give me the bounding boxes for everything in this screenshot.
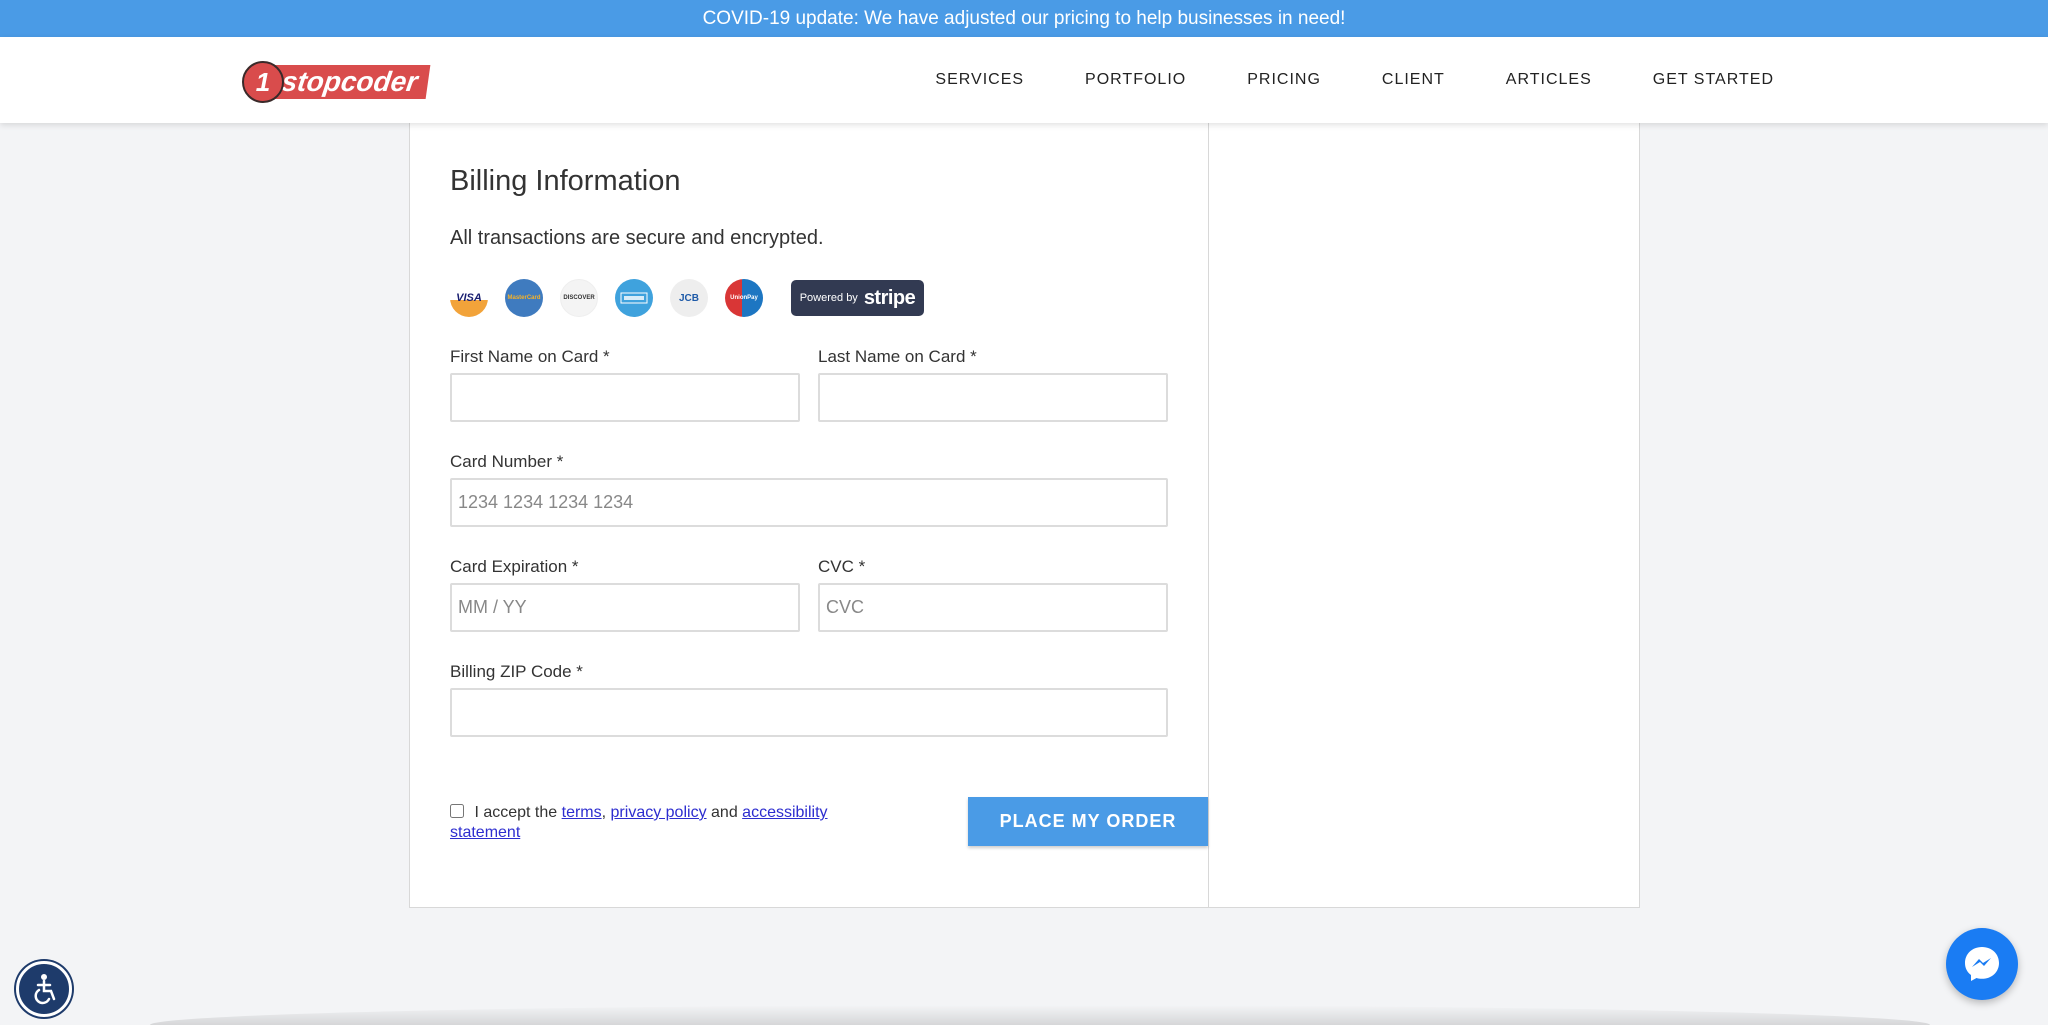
nav-client[interactable]: CLIENT [1382,71,1445,89]
privacy-policy-link[interactable]: privacy policy [611,804,707,821]
accessibility-icon [34,974,56,1005]
covid-banner: COVID-19 update: We have adjusted our pr… [0,0,2048,37]
zip-label: Billing ZIP Code * [450,662,583,681]
cvc-label: CVC * [818,557,866,576]
site-header: stopcoder 1 SERVICES PORTFOLIO PRICING C… [0,37,2048,123]
amex-icon [615,279,653,317]
nav-get-started[interactable]: GET STARTED [1653,71,1774,89]
terms-comma: , [601,804,607,821]
column-divider [1208,123,1209,908]
card-number-label: Card Number * [450,452,564,471]
messenger-icon [1965,947,1999,981]
visa-icon: VISA [450,279,488,317]
mastercard-icon: MasterCard [505,279,543,317]
stripe-prefix: Powered by [799,292,858,304]
nav-articles[interactable]: ARTICLES [1506,71,1592,89]
discover-icon: DISCOVER [560,279,598,317]
cvc-input[interactable] [818,583,1168,632]
zip-input[interactable] [450,688,1168,737]
bottom-shadow [150,1005,1930,1025]
nav-pricing[interactable]: PRICING [1247,71,1321,89]
nav-portfolio[interactable]: PORTFOLIO [1085,71,1186,89]
messenger-button[interactable] [1946,928,2018,1000]
checkout-card: Billing Information All transactions are… [409,123,1640,908]
expiration-input[interactable] [450,583,800,632]
billing-subtitle: All transactions are secure and encrypte… [450,227,824,249]
terms-acceptance: I accept the terms, privacy policy and a… [450,803,890,843]
billing-title: Billing Information [450,165,681,197]
jcb-icon: JCB [670,279,708,317]
terms-checkbox[interactable] [450,804,464,818]
terms-prefix: I accept the [474,804,558,821]
first-name-input[interactable] [450,373,800,422]
accessibility-button[interactable] [16,961,72,1017]
nav-services[interactable]: SERVICES [935,71,1024,89]
stripe-brand: stripe [863,286,916,309]
main-nav: SERVICES PORTFOLIO PRICING CLIENT ARTICL… [935,37,1774,123]
place-order-button[interactable]: PLACE MY ORDER [968,797,1208,846]
logo-circle: 1 [242,61,284,103]
payment-icons: VISA MasterCard DISCOVER JCB UnionPay Po… [450,279,924,317]
logo-text: stopcoder [265,65,431,99]
expiration-label: Card Expiration * [450,557,579,576]
terms-and: and [711,804,738,821]
first-name-label: First Name on Card * [450,347,610,366]
last-name-input[interactable] [818,373,1168,422]
card-number-input[interactable] [450,478,1168,527]
last-name-label: Last Name on Card * [818,347,977,366]
stripe-badge: Powered by stripe [791,280,924,316]
unionpay-icon: UnionPay [725,279,763,317]
terms-link[interactable]: terms [562,804,602,821]
logo[interactable]: stopcoder 1 [242,61,431,103]
banner-text: COVID-19 update: We have adjusted our pr… [702,7,1346,29]
